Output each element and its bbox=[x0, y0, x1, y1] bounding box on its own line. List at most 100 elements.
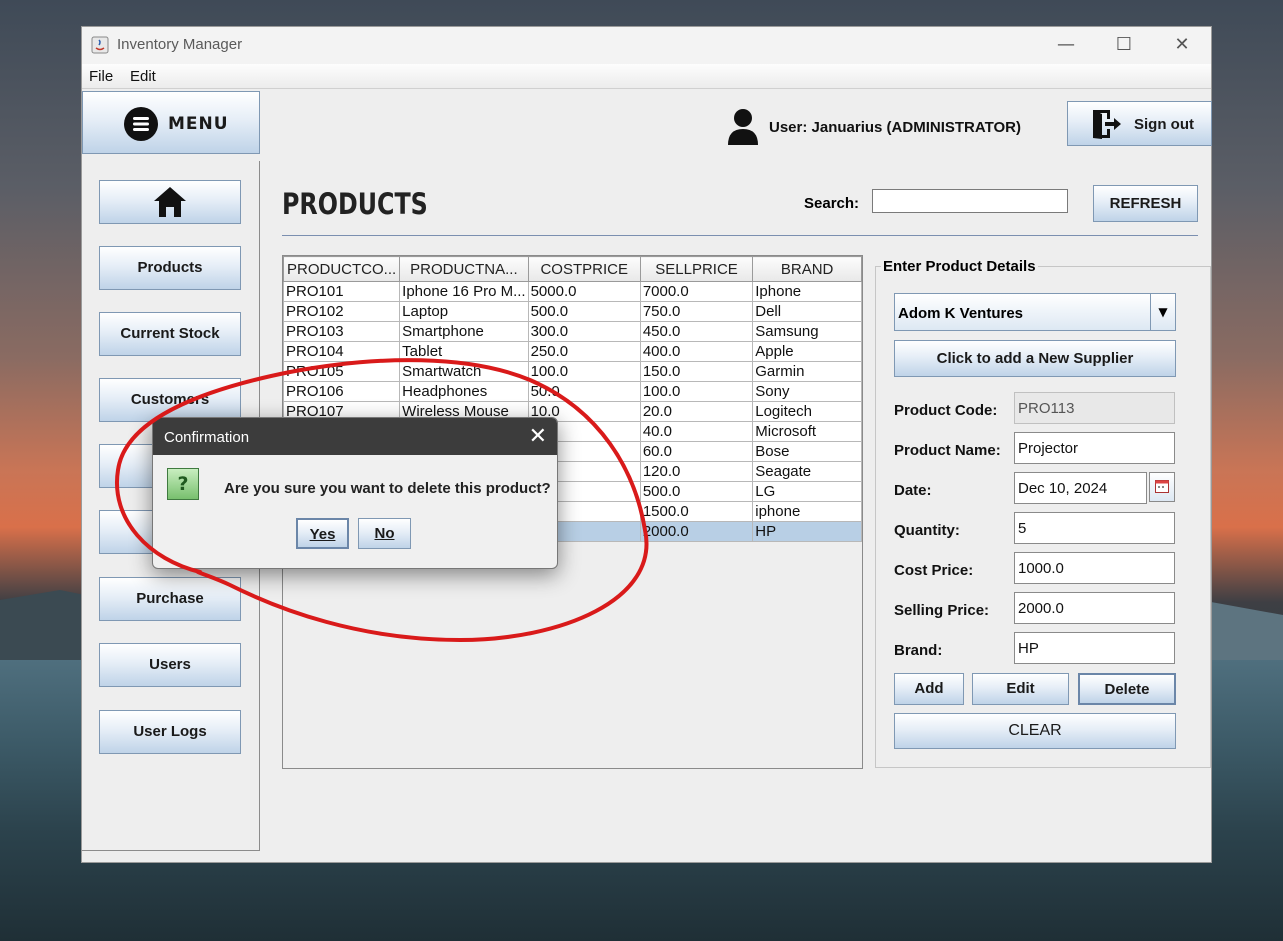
table-cell: 120.0 bbox=[639, 461, 754, 482]
menu-bar: File Edit bbox=[82, 64, 1211, 89]
column-header[interactable]: SELLPRICE bbox=[639, 256, 754, 282]
home-icon bbox=[154, 187, 186, 217]
menu-edit[interactable]: Edit bbox=[130, 68, 156, 85]
close-window-button[interactable]: ✕ bbox=[1158, 33, 1206, 59]
page-title: PRODUCTS bbox=[282, 187, 428, 221]
table-row[interactable]: PRO103 Smartphone 300.0 450.0 Samsung bbox=[282, 321, 862, 342]
chevron-down-icon[interactable]: ▼ bbox=[1150, 294, 1175, 330]
table-cell: LG bbox=[752, 481, 862, 502]
table-cell: 7000.0 bbox=[639, 281, 754, 302]
column-header[interactable]: PRODUCTNA... bbox=[399, 256, 529, 282]
sidebar-item-user-logs[interactable]: User Logs bbox=[99, 710, 241, 754]
hamburger-icon bbox=[124, 107, 158, 141]
confirmation-dialog: Confirmation ✕ ? Are you sure you want t… bbox=[152, 417, 558, 569]
selling-price-label: Selling Price: bbox=[894, 602, 990, 619]
table-cell: 750.0 bbox=[639, 301, 754, 322]
menu-toggle-button[interactable]: MENU bbox=[82, 91, 260, 154]
cost-price-field[interactable]: 1000.0 bbox=[1014, 552, 1175, 584]
product-name-field[interactable]: Projector bbox=[1014, 432, 1175, 464]
no-button[interactable]: No bbox=[358, 518, 411, 549]
column-header[interactable]: BRAND bbox=[752, 256, 862, 282]
table-cell: Garmin bbox=[752, 361, 862, 382]
supplier-select[interactable]: Adom K Ventures ▼ bbox=[894, 293, 1176, 331]
table-cell: HP bbox=[752, 521, 862, 542]
yes-button[interactable]: Yes bbox=[296, 518, 349, 549]
refresh-button[interactable]: REFRESH bbox=[1093, 185, 1198, 222]
user-icon bbox=[728, 109, 758, 145]
table-cell: 60.0 bbox=[639, 441, 754, 462]
table-cell: Samsung bbox=[752, 321, 862, 342]
sidebar-item-customers[interactable]: Customers bbox=[99, 378, 241, 422]
table-row[interactable]: PRO102 Laptop 500.0 750.0 Dell bbox=[282, 301, 862, 322]
sidebar-item-products[interactable]: Products bbox=[99, 246, 241, 290]
title-bar[interactable]: Inventory Manager — ☐ ✕ bbox=[82, 27, 1211, 64]
table-cell: PRO103 bbox=[282, 321, 401, 342]
table-cell: PRO102 bbox=[282, 301, 401, 322]
column-header[interactable]: COSTPRICE bbox=[527, 256, 641, 282]
quantity-label: Quantity: bbox=[894, 522, 960, 539]
brand-field[interactable]: HP bbox=[1014, 632, 1175, 664]
delete-button[interactable]: Delete bbox=[1078, 673, 1176, 705]
table-cell: 400.0 bbox=[639, 341, 754, 362]
edit-button[interactable]: Edit bbox=[972, 673, 1069, 705]
close-icon[interactable]: ✕ bbox=[529, 424, 547, 449]
sidebar-item-current-stock[interactable]: Current Stock bbox=[99, 312, 241, 356]
table-cell: PRO105 bbox=[282, 361, 401, 382]
table-cell: 5000.0 bbox=[527, 281, 641, 302]
quantity-field[interactable]: 5 bbox=[1014, 512, 1175, 544]
supplier-selected-value: Adom K Ventures bbox=[898, 305, 1024, 322]
dialog-title: Confirmation bbox=[164, 429, 250, 446]
sign-out-icon bbox=[1093, 110, 1121, 139]
table-row[interactable]: PRO104 Tablet 250.0 400.0 Apple bbox=[282, 341, 862, 362]
dialog-message: Are you sure you want to delete this pro… bbox=[224, 480, 551, 497]
table-cell: 100.0 bbox=[527, 361, 641, 382]
table-row[interactable]: PRO105 Smartwatch 100.0 150.0 Garmin bbox=[282, 361, 862, 382]
sidebar-item-users[interactable]: Users bbox=[99, 643, 241, 687]
table-cell: 150.0 bbox=[639, 361, 754, 382]
table-cell: 1500.0 bbox=[639, 501, 754, 522]
search-label: Search: bbox=[804, 195, 860, 212]
dialog-title-bar[interactable]: Confirmation ✕ bbox=[153, 418, 557, 455]
search-input[interactable] bbox=[872, 189, 1068, 213]
table-cell: Bose bbox=[752, 441, 862, 462]
table-cell: Iphone 16 Pro M... bbox=[399, 281, 529, 302]
date-field[interactable]: Dec 10, 2024 bbox=[1014, 472, 1147, 504]
table-row[interactable]: PRO101 Iphone 16 Pro M... 5000.0 7000.0 Ipho… bbox=[282, 281, 862, 302]
table-cell: iphone bbox=[752, 501, 862, 522]
sign-out-button[interactable]: Sign out bbox=[1067, 101, 1212, 146]
sidebar-item-purchase[interactable]: Purchase bbox=[99, 577, 241, 621]
column-header[interactable]: PRODUCTCO... bbox=[282, 256, 401, 282]
minimize-button[interactable]: — bbox=[1042, 33, 1090, 59]
details-legend: Enter Product Details bbox=[881, 258, 1038, 275]
table-row[interactable]: PRO106 Headphones 50.0 100.0 Sony bbox=[282, 381, 862, 402]
date-label: Date: bbox=[894, 482, 932, 499]
sign-out-label: Sign out bbox=[1134, 116, 1194, 133]
table-cell: Smartwatch bbox=[399, 361, 529, 382]
clear-button[interactable]: CLEAR bbox=[894, 713, 1176, 749]
selling-price-field[interactable]: 2000.0 bbox=[1014, 592, 1175, 624]
table-cell: 500.0 bbox=[639, 481, 754, 502]
java-app-icon bbox=[91, 36, 109, 54]
table-cell: 40.0 bbox=[639, 421, 754, 442]
add-button[interactable]: Add bbox=[894, 673, 964, 705]
table-cell: PRO104 bbox=[282, 341, 401, 362]
table-cell: Logitech bbox=[752, 401, 862, 422]
table-cell: 2000.0 bbox=[639, 521, 754, 542]
product-code-field[interactable]: PRO113 bbox=[1014, 392, 1175, 424]
table-cell: 100.0 bbox=[639, 381, 754, 402]
table-cell: Iphone bbox=[752, 281, 862, 302]
table-cell: Seagate bbox=[752, 461, 862, 482]
product-code-label: Product Code: bbox=[894, 402, 998, 419]
question-icon: ? bbox=[167, 468, 199, 500]
maximize-button[interactable]: ☐ bbox=[1100, 33, 1148, 59]
add-supplier-button[interactable]: Click to add a New Supplier bbox=[894, 340, 1176, 377]
calendar-button[interactable] bbox=[1149, 472, 1175, 502]
home-button[interactable] bbox=[99, 180, 241, 224]
table-cell: Sony bbox=[752, 381, 862, 402]
window-title: Inventory Manager bbox=[117, 36, 243, 53]
calendar-icon bbox=[1155, 480, 1169, 493]
menu-label: MENU bbox=[168, 114, 229, 134]
menu-file[interactable]: File bbox=[89, 68, 113, 85]
table-cell: Tablet bbox=[399, 341, 529, 362]
table-cell: 300.0 bbox=[527, 321, 641, 342]
